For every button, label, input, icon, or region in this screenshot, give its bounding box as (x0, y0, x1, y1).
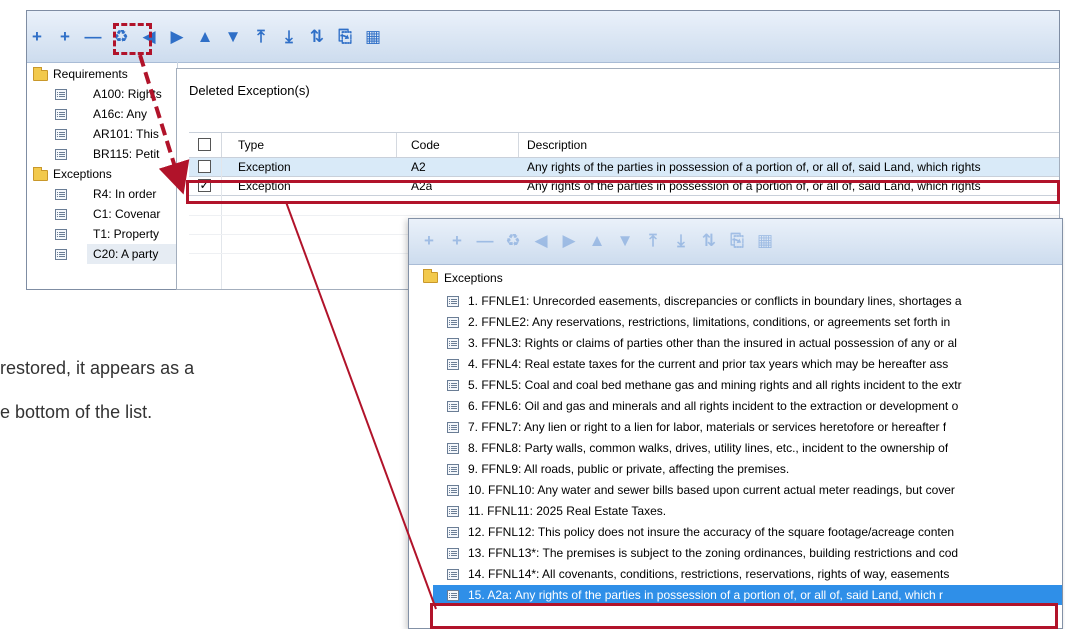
restore-arrow (138, 54, 190, 195)
annotation-arrows (138, 54, 437, 610)
restored-item-connector (285, 201, 437, 610)
